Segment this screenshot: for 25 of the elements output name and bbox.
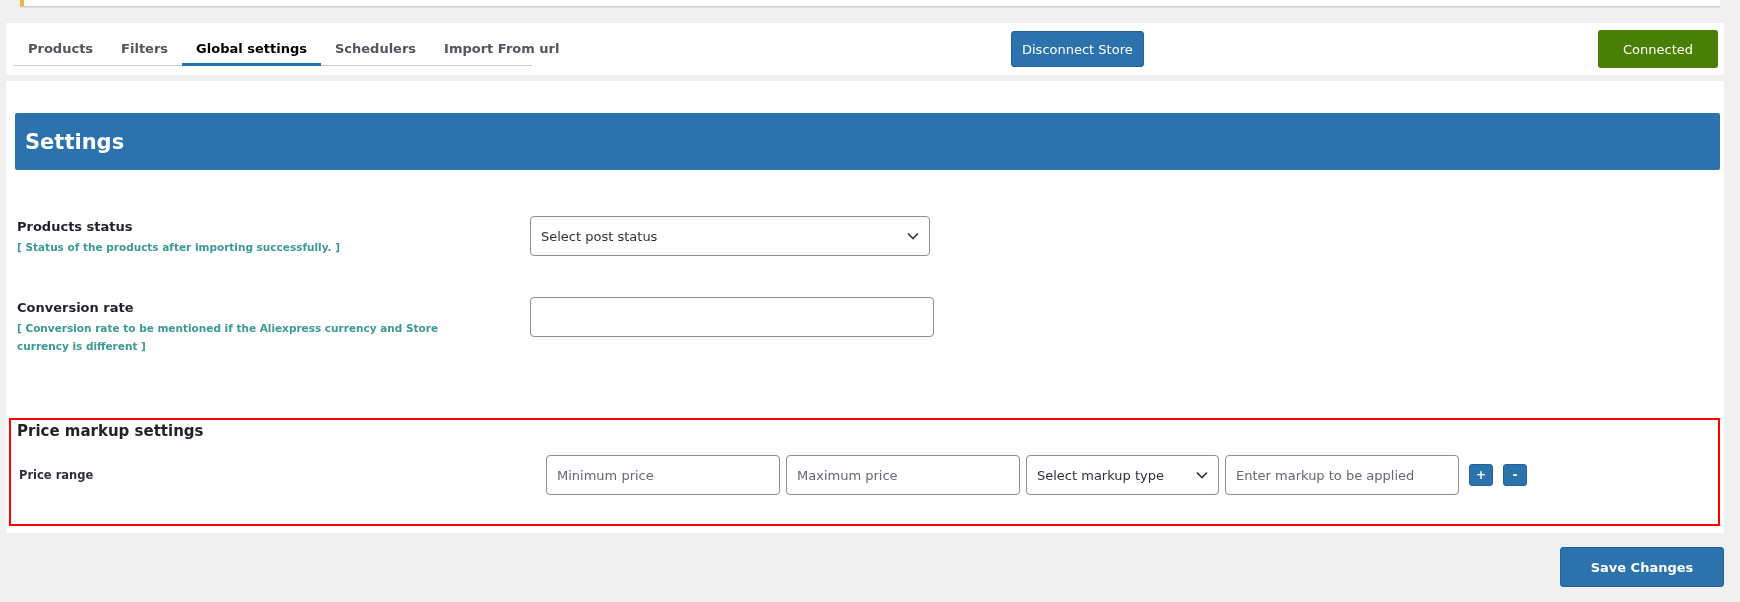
add-button[interactable]: + [1469,464,1493,486]
section-title: Price markup settings [17,422,205,440]
input-field[interactable]: Maximum price [786,455,1020,495]
chevron-down-icon [907,232,919,240]
tab[interactable]: Import From url [430,33,574,66]
field-label: Price range [18,468,95,482]
disconnect-store-button[interactable]: Disconnect Store [1011,31,1144,67]
chevron-down-icon [1196,471,1208,479]
select-dropdown[interactable]: Select post status [530,216,930,256]
settings-header: Settings [15,113,1720,170]
tab[interactable]: Products [14,33,108,66]
field-hint: [ Status of the products after importing successfully. ] [17,240,341,255]
select-dropdown[interactable]: Select markup type [1026,455,1219,495]
input-field[interactable]: Enter markup to be applied [1225,455,1459,495]
connected-button[interactable]: Connected [1598,30,1718,68]
tab[interactable]: Schedulers [320,33,431,66]
field-label: Products status [17,219,134,234]
save-changes-button[interactable]: Save Changes [1560,547,1724,587]
remove-button[interactable]: - [1503,464,1527,486]
field-label: Conversion rate [17,300,135,315]
tab[interactable]: Global settings [182,33,321,66]
input-field[interactable]: Minimum price [546,455,780,495]
field-hint: [ Conversion rate to be mentioned if the Aliexpress currency and Store currency is different ] [17,321,440,354]
input-field[interactable] [530,297,934,337]
tab[interactable]: Filters [107,33,183,66]
